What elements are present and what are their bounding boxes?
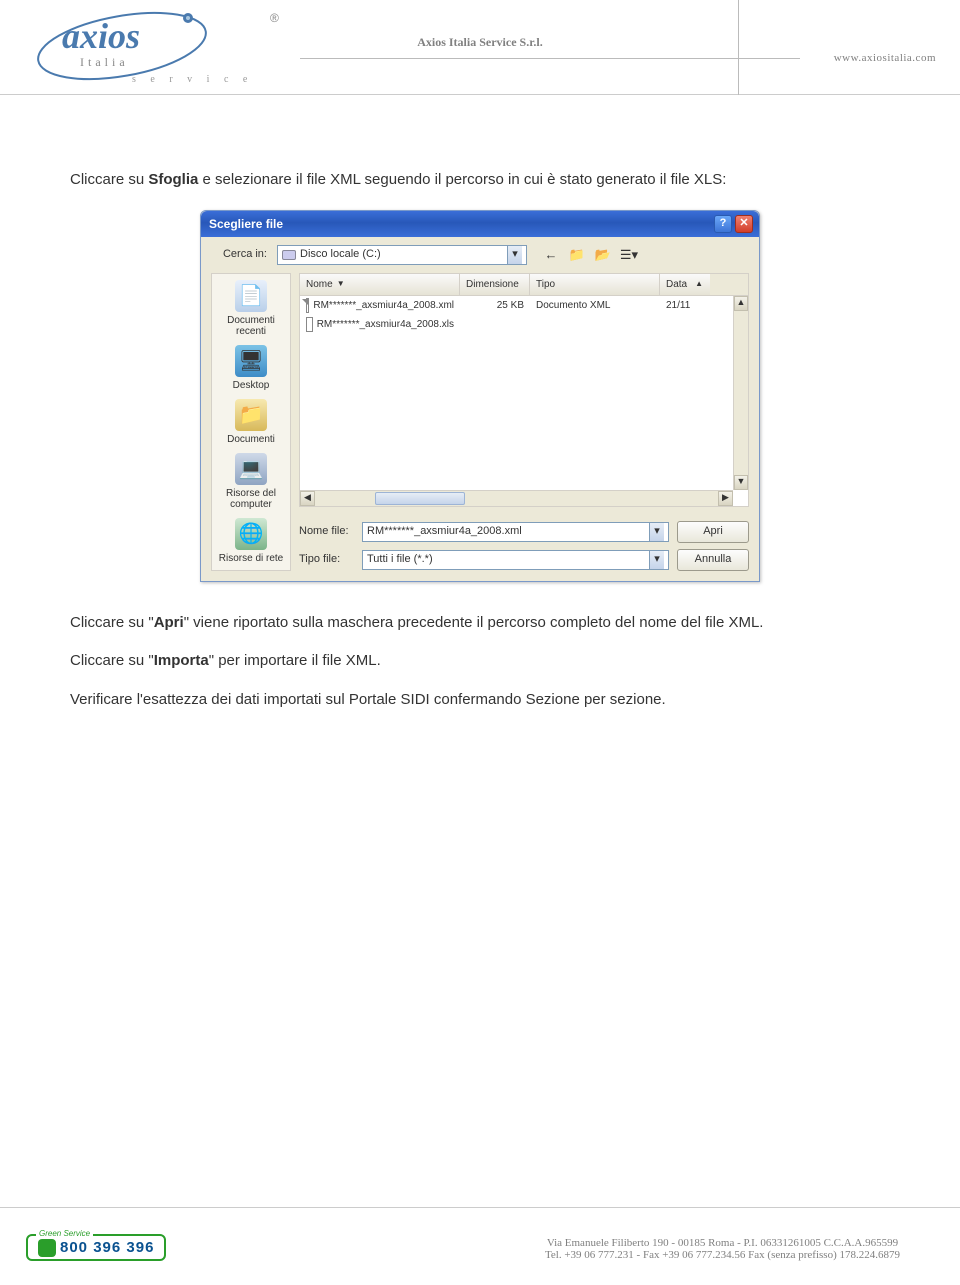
chevron-down-icon[interactable]: ▾ bbox=[649, 551, 664, 569]
place-recent[interactable]: 📄 Documenti recenti bbox=[214, 280, 288, 337]
dialog-screenshot: Scegliere file ? ✕ Cerca in: Disco local… bbox=[70, 210, 890, 582]
place-network[interactable]: 🌐 Risorse di rete bbox=[219, 518, 283, 564]
page-header: axios Italia s e r v i c e ® Axios Itali… bbox=[0, 0, 960, 95]
file-open-dialog: Scegliere file ? ✕ Cerca in: Disco local… bbox=[200, 210, 760, 582]
recent-icon: 📄 bbox=[235, 280, 267, 312]
help-button[interactable]: ? bbox=[714, 215, 732, 233]
file-row[interactable]: RM*******_axsmiur4a_2008.xls bbox=[300, 315, 748, 334]
views-icon[interactable]: ☰▾ bbox=[619, 245, 639, 265]
chevron-down-icon[interactable]: ▾ bbox=[649, 523, 664, 541]
titlebar: Scegliere file ? ✕ bbox=[201, 211, 759, 237]
filename-label: Nome file: bbox=[299, 523, 354, 540]
col-size[interactable]: Dimensione bbox=[460, 274, 530, 295]
page-footer: Green Service 800 396 396 Via Emanuele F… bbox=[0, 1207, 960, 1267]
scroll-up-icon[interactable]: ▲ bbox=[734, 296, 748, 311]
header-divider bbox=[300, 58, 800, 59]
place-computer[interactable]: 💻 Risorse del computer bbox=[214, 453, 288, 510]
file-list-header: Nome▼ Dimensione Tipo Data▲ bbox=[299, 273, 749, 296]
chevron-down-icon[interactable]: ▾ bbox=[507, 246, 522, 264]
scroll-down-icon[interactable]: ▼ bbox=[734, 475, 748, 490]
col-name[interactable]: Nome▼ bbox=[300, 274, 460, 295]
lookin-dropdown[interactable]: Disco locale (C:) ▾ bbox=[277, 245, 527, 265]
green-service-box: Green Service 800 396 396 bbox=[26, 1234, 166, 1261]
svg-text:s e r v i c e: s e r v i c e bbox=[132, 74, 253, 85]
filetype-label: Tipo file: bbox=[299, 551, 354, 568]
file-row[interactable]: RM*******_axsmiur4a_2008.xml 25 KB Docum… bbox=[300, 296, 748, 315]
new-folder-icon[interactable]: 📂 bbox=[593, 245, 613, 265]
network-icon: 🌐 bbox=[235, 518, 267, 550]
file-list[interactable]: RM*******_axsmiur4a_2008.xml 25 KB Docum… bbox=[299, 296, 749, 507]
horizontal-scrollbar[interactable]: ◀ ▶ bbox=[300, 490, 733, 506]
scroll-right-icon[interactable]: ▶ bbox=[718, 491, 733, 506]
vertical-scrollbar[interactable]: ▲ ▼ bbox=[733, 296, 748, 490]
company-name: Axios Italia Service S.r.l. bbox=[417, 35, 543, 50]
places-bar: 📄 Documenti recenti 🖥 Desktop 📁 Document… bbox=[211, 273, 291, 571]
filename-input[interactable]: RM*******_axsmiur4a_2008.xml ▾ bbox=[362, 522, 669, 542]
phone-number: 800 396 396 bbox=[60, 1239, 154, 1256]
back-icon[interactable]: ← bbox=[541, 245, 561, 265]
bold-sfoglia: Sfoglia bbox=[148, 171, 198, 188]
bold-importa: Importa bbox=[154, 652, 209, 669]
bold-apri: Apri bbox=[154, 614, 184, 631]
phone-icon bbox=[38, 1239, 56, 1257]
up-folder-icon[interactable]: 📁 bbox=[567, 245, 587, 265]
scroll-left-icon[interactable]: ◀ bbox=[300, 491, 315, 506]
open-button[interactable]: Apri bbox=[677, 521, 749, 543]
place-desktop[interactable]: 🖥 Desktop bbox=[233, 345, 270, 391]
col-date[interactable]: Data▲ bbox=[660, 274, 710, 295]
file-xls-icon bbox=[306, 317, 313, 332]
header-vertical-divider bbox=[738, 0, 739, 95]
document-body: Cliccare su Sfoglia e selezionare il fil… bbox=[0, 99, 960, 711]
svg-text:Italia: Italia bbox=[80, 55, 129, 69]
cancel-button[interactable]: Annulla bbox=[677, 549, 749, 571]
desktop-icon: 🖥 bbox=[235, 345, 267, 377]
paragraph-4: Verificare l'esattezza dei dati importat… bbox=[70, 689, 890, 712]
paragraph-2: Cliccare su "Apri" viene riportato sulla… bbox=[70, 612, 890, 635]
window-title: Scegliere file bbox=[207, 215, 283, 233]
close-button[interactable]: ✕ bbox=[735, 215, 753, 233]
logo: axios Italia s e r v i c e ® bbox=[32, 6, 282, 91]
svg-text:axios: axios bbox=[62, 16, 140, 56]
paragraph-1: Cliccare su Sfoglia e selezionare il fil… bbox=[70, 169, 890, 192]
paragraph-3: Cliccare su "Importa" per importare il f… bbox=[70, 650, 890, 673]
filetype-dropdown[interactable]: Tutti i file (*.*) ▾ bbox=[362, 550, 669, 570]
footer-contact: Via Emanuele Filiberto 190 - 00185 Roma … bbox=[545, 1237, 900, 1261]
svg-text:®: ® bbox=[270, 11, 279, 25]
website-url: www.axiositalia.com bbox=[834, 52, 936, 64]
file-xml-icon bbox=[306, 298, 309, 313]
documents-icon: 📁 bbox=[235, 399, 267, 431]
col-type[interactable]: Tipo bbox=[530, 274, 660, 295]
green-service-label: Green Service bbox=[36, 1229, 93, 1238]
lookin-label: Cerca in: bbox=[211, 246, 271, 263]
place-documents[interactable]: 📁 Documenti bbox=[227, 399, 275, 445]
computer-icon: 💻 bbox=[235, 453, 267, 485]
lookin-value: Disco locale (C:) bbox=[300, 246, 381, 263]
disk-icon bbox=[282, 250, 296, 260]
scroll-thumb[interactable] bbox=[375, 492, 465, 505]
